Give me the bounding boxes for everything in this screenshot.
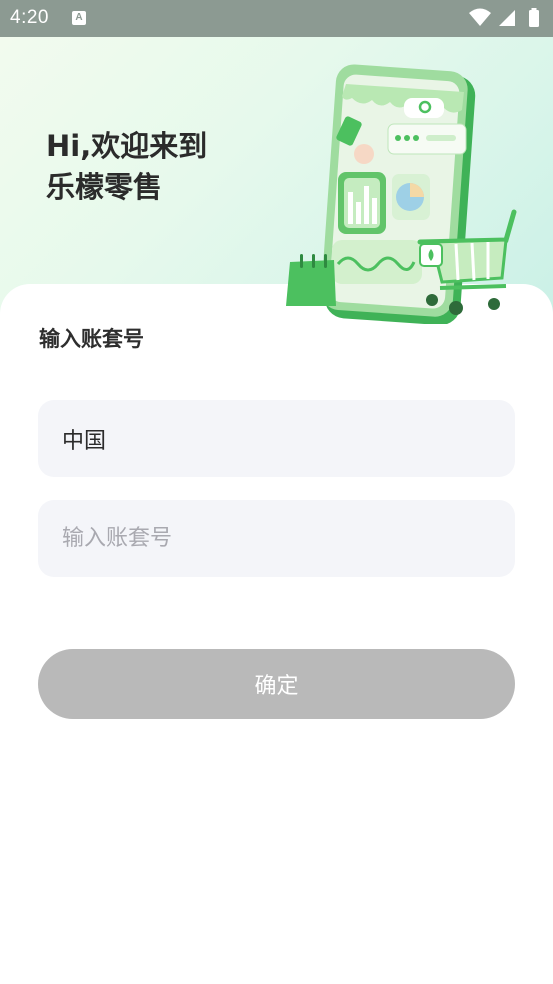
a-icon: A <box>72 11 86 25</box>
status-icons <box>469 8 539 27</box>
region-input[interactable] <box>62 400 492 477</box>
account-section-label: 输入账套号 <box>39 327 144 351</box>
wifi-icon <box>469 8 491 26</box>
confirm-button[interactable]: 确定 <box>38 649 515 719</box>
account-number-input[interactable] <box>62 500 492 577</box>
battery-icon <box>529 10 539 27</box>
status-time: 4:20 <box>10 7 49 28</box>
welcome-line-2: 乐檬零售 <box>46 170 163 204</box>
shop-phone-cart-illustration <box>286 64 517 324</box>
region-field[interactable] <box>38 400 515 477</box>
welcome-line-1: Hi,欢迎来到 <box>46 129 208 163</box>
status-bar: 4:20 A <box>0 0 553 37</box>
account-field[interactable] <box>38 500 515 577</box>
signal-icon <box>499 10 515 26</box>
welcome-heading: Hi,欢迎来到 乐檬零售 <box>46 126 207 208</box>
form-card <box>0 284 553 984</box>
